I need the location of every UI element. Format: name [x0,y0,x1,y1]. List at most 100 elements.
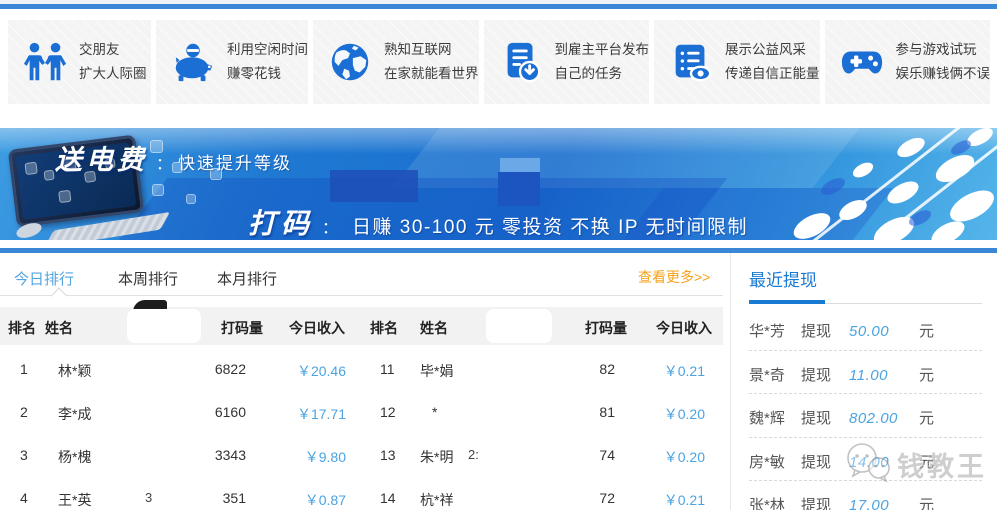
table-row: 4 王*英 3 351 ￥0.87 14 杭*祥 72 ￥0.21 [0,477,723,510]
withdraw-amount: 17.00 [849,497,907,510]
rank-cell: 4 [20,490,28,506]
withdrawals-panel: 最近提现 华*芳 提现 50.00 元 景*奇 提现 11.00 元 魏*辉 [732,253,997,510]
withdraw-unit: 元 [919,364,934,385]
banner-redaction [500,158,540,172]
name-cell: 朱*明 [420,447,453,467]
name-cell: 王*英 [58,490,91,510]
handshake-people-icon [22,39,68,85]
tab-week-ranking[interactable]: 本周排行 [118,268,178,289]
income-cell: ￥17.71 [260,404,346,424]
rank-cell: 12 [380,404,396,420]
feature-make-friends[interactable]: 交朋友 扩大人际圈 [8,20,151,104]
promo2-separator: ： [322,214,338,238]
withdraw-action: 提现 [801,494,849,510]
income-cell: ￥0.87 [260,490,346,510]
promo2-text: 日赚 30-100 元 零投资 不换 IP 无时间限制 [352,212,748,239]
income-cell: ￥20.46 [260,361,346,381]
feature-line2: 扩大人际圈 [79,62,147,86]
task-publish-icon [498,39,544,85]
feature-charity[interactable]: 展示公益风采 传递自信正能量 [654,20,820,104]
col-volume-left: 打码量 [221,318,263,338]
feature-line2: 在家就能看世界 [384,62,479,86]
list-item: 魏*辉 提现 802.00 元 [749,394,982,438]
tab-month-ranking[interactable]: 本月排行 [217,268,277,289]
withdraw-unit: 元 [919,407,934,428]
feature-text: 熟知互联网 在家就能看世界 [384,38,479,85]
list-item: 华*芳 提现 50.00 元 [749,307,982,351]
name-cell: 杨*槐 [58,447,91,467]
feature-line2: 娱乐赚钱俩不误 [896,62,991,86]
table-row: 1 林*颖 6822 ￥20.46 11 毕*娟 82 ￥0.21 [0,348,723,391]
banner-decor-dot [932,149,979,187]
title-underline-blue [749,300,825,304]
feature-text: 参与游戏试玩 娱乐赚钱俩不误 [896,38,991,85]
redacted-fragment: 3 [145,490,152,505]
volume-cell: 351 [180,490,246,506]
col-rank-right: 排名 [370,318,398,338]
withdraw-action: 提现 [801,407,849,428]
ranking-rows: 1 林*颖 6822 ￥20.46 11 毕*娟 82 ￥0.21 2 李*成 … [0,348,723,510]
income-cell: ￥0.20 [625,447,705,467]
volume-cell: 82 [560,361,615,377]
col-volume-right: 打码量 [585,318,627,338]
withdraw-amount: 11.00 [849,367,907,384]
col-income-right: 今日收入 [656,318,712,338]
ranking-tabs: 今日排行 本周排行 本月排行 查看更多>> [0,253,723,296]
feature-game-trial[interactable]: 参与游戏试玩 娱乐赚钱俩不误 [825,20,991,104]
rank-cell: 14 [380,490,396,506]
withdrawals-list: 华*芳 提现 50.00 元 景*奇 提现 11.00 元 魏*辉 提现 802… [749,307,982,510]
col-name-left: 姓名 [45,318,73,338]
volume-cell: 72 [560,490,615,506]
promo2-title: 打码 [248,202,314,240]
feature-line2: 赚零花钱 [227,62,308,86]
page: 交朋友 扩大人际圈 利用空闲时间 赚零花钱 [0,0,997,510]
promo1-text: 快速提升等级 [178,149,292,174]
feature-line1: 熟知互联网 [384,38,479,62]
promo1-separator: ： [156,150,172,174]
withdraw-name: 张*林 [749,494,801,510]
feature-line2: 传递自信正能量 [725,62,820,86]
list-item: 房*敏 提现 14.00 元 [749,438,982,482]
floating-app-icon [152,184,164,196]
withdraw-action: 提现 [801,364,849,385]
redaction-blob [127,345,205,359]
feature-text: 交朋友 扩大人际圈 [79,38,147,85]
feature-boxes: 交朋友 扩大人际圈 利用空闲时间 赚零花钱 [8,20,990,104]
promo1-title: 送电费 [55,138,148,177]
feature-publish-task[interactable]: 到雇主平台发布 自己的任务 [484,20,650,104]
view-more-link[interactable]: 查看更多>> [638,267,710,287]
ranking-panel: 今日排行 本周排行 本月排行 查看更多>> 排名 姓名 打码量 今日收入 排名 … [0,253,731,510]
banner-promo2: 打码 ： 日赚 30-100 元 零投资 不换 IP 无时间限制 [248,202,748,240]
gamepad-icon [839,39,885,85]
feature-line1: 交朋友 [79,38,147,62]
list-item: 景*奇 提现 11.00 元 [749,351,982,395]
floating-app-icon [186,194,196,204]
banner-decor-dot [850,160,875,181]
rank-cell: 13 [380,447,396,463]
redacted-fragment: 2: [468,447,479,462]
redaction-blob [486,309,552,343]
rank-cell: 3 [20,447,28,463]
col-name-right: 姓名 [420,318,448,338]
rank-cell: 1 [20,361,28,377]
name-cell: 毕*娟 [420,361,453,381]
withdraw-name: 华*芳 [749,320,801,341]
feature-pocket-money[interactable]: 利用空闲时间 赚零花钱 [156,20,308,104]
volume-cell: 6822 [180,361,246,377]
feature-line1: 参与游戏试玩 [896,38,991,62]
promo-banner[interactable]: 送电费 ： 快速提升等级 打码 ： 日赚 30-100 元 零投资 不换 IP … [0,128,997,240]
list-item: 张*林 提现 17.00 元 [749,481,982,510]
name-cell: 杭*祥 [420,490,453,510]
feature-text: 到雇主平台发布 自己的任务 [555,38,650,85]
name-cell: 李*成 [58,404,91,424]
income-cell: ￥0.21 [625,490,705,510]
feature-internet[interactable]: 熟知互联网 在家就能看世界 [313,20,479,104]
income-cell: ￥0.21 [625,361,705,381]
withdraw-unit: 元 [919,320,934,341]
withdraw-name: 房*敏 [749,451,801,472]
tab-today-ranking[interactable]: 今日排行 [14,268,74,289]
redaction-blob [127,309,201,343]
banner-redaction [330,170,418,202]
feature-line1: 利用空闲时间 [227,38,308,62]
feature-text: 展示公益风采 传递自信正能量 [725,38,820,85]
